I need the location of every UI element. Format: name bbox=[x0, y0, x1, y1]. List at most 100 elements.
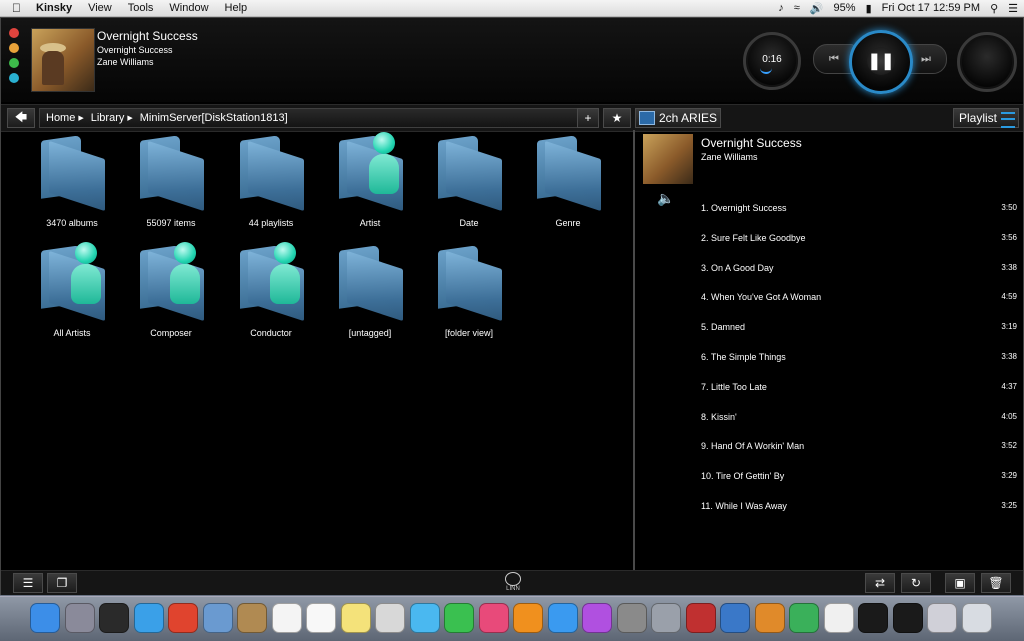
preview-icon[interactable] bbox=[202, 603, 233, 633]
mission-control-icon[interactable] bbox=[99, 603, 129, 633]
system-prefs-icon[interactable] bbox=[616, 603, 647, 633]
playlist-album-art bbox=[643, 134, 693, 184]
ibooks-icon[interactable] bbox=[513, 603, 543, 633]
wifi-icon[interactable]: ≈ bbox=[794, 2, 800, 14]
track-duration: 3:56 bbox=[1001, 232, 1017, 242]
shuffle-button[interactable]: ⇄ bbox=[865, 573, 895, 593]
list-view-button[interactable]: ☰ bbox=[13, 573, 43, 593]
folder-item[interactable]: Conductor bbox=[226, 242, 316, 346]
playlist-track[interactable]: 11. While I Was Away 3:25 bbox=[701, 501, 1019, 515]
photos-icon[interactable] bbox=[375, 603, 405, 633]
track-duration: 3:25 bbox=[1001, 501, 1017, 510]
pin-icon: ★ bbox=[611, 111, 623, 125]
folder-item[interactable]: 55097 items bbox=[126, 132, 216, 236]
track-duration: 3:50 bbox=[1001, 203, 1017, 212]
folder-item[interactable]: Composer bbox=[126, 242, 216, 346]
folder-item[interactable]: 44 playlists bbox=[226, 132, 316, 236]
back-arrow-icon: 🡄 bbox=[14, 109, 28, 124]
thumbnail-view-button[interactable]: ❐ bbox=[47, 573, 77, 593]
messages-icon[interactable] bbox=[409, 603, 440, 633]
menu-app-name[interactable]: Kinsky bbox=[36, 2, 72, 14]
menu-window[interactable]: Window bbox=[169, 2, 208, 14]
clock[interactable]: Fri Oct 17 12:59 PM bbox=[882, 2, 980, 14]
breadcrumb-home[interactable]: Home bbox=[46, 112, 75, 124]
folder-item[interactable]: [untagged] bbox=[325, 242, 415, 346]
room-selector[interactable]: 2ch ARIES bbox=[635, 108, 721, 128]
photo-booth-icon[interactable] bbox=[685, 603, 716, 633]
folder-label: All Artists bbox=[53, 328, 91, 338]
pane-divider[interactable] bbox=[633, 130, 635, 570]
launchpad-icon[interactable] bbox=[64, 603, 95, 633]
play-pause-button[interactable]: ❚❚ bbox=[849, 30, 913, 94]
app-store-icon[interactable] bbox=[547, 603, 578, 633]
volume-icon[interactable]: 🔊 bbox=[810, 2, 824, 15]
menu-tools[interactable]: Tools bbox=[128, 2, 154, 14]
close-icon[interactable] bbox=[9, 28, 19, 38]
battery-icon[interactable]: ▮ bbox=[866, 2, 872, 15]
folder-item[interactable]: [folder view] bbox=[424, 242, 514, 346]
playlist-track[interactable]: 3. On A Good Day 3:38 bbox=[701, 263, 1019, 277]
finder-icon[interactable] bbox=[30, 603, 60, 633]
pages-icon[interactable] bbox=[754, 603, 785, 633]
playlist-track[interactable]: 5. Damned 3:19 bbox=[701, 322, 1019, 336]
notification-center-icon[interactable]: ☰ bbox=[1008, 2, 1018, 15]
help-icon[interactable] bbox=[651, 603, 681, 633]
repeat-button[interactable]: ↻ bbox=[901, 573, 931, 593]
contacts-icon[interactable] bbox=[237, 603, 267, 633]
terminal-icon[interactable] bbox=[892, 603, 923, 633]
folder-item[interactable]: Date bbox=[424, 132, 514, 236]
playlist-track[interactable]: 9. Hand Of A Workin' Man 3:52 bbox=[701, 441, 1019, 455]
notes-icon[interactable] bbox=[340, 603, 371, 633]
spotlight-icon[interactable]: ⚲ bbox=[990, 2, 998, 15]
safari-icon[interactable] bbox=[133, 603, 164, 633]
save-icon: ▣ bbox=[954, 576, 966, 590]
playlist-track[interactable]: 6. The Simple Things 3:38 bbox=[701, 352, 1019, 366]
playlist-track[interactable]: 7. Little Too Late 4:37 bbox=[701, 382, 1019, 396]
now-playing-title: Overnight Success bbox=[97, 29, 198, 43]
save-playlist-button[interactable]: ▣ bbox=[945, 573, 975, 593]
playlist-track[interactable]: 1. Overnight Success 3:50 bbox=[701, 203, 1019, 217]
minimize-icon[interactable] bbox=[9, 43, 19, 53]
playlist-track[interactable]: 4. When You've Got A Woman 4:59 bbox=[701, 292, 1019, 306]
breadcrumb-server[interactable]: MinimServer[DiskStation1813] bbox=[140, 112, 288, 124]
music-note-icon[interactable]: ♪ bbox=[778, 2, 784, 14]
playlist-track[interactable]: 2. Sure Felt Like Goodbye 3:56 bbox=[701, 233, 1019, 247]
folder-item[interactable]: Genre bbox=[523, 132, 613, 236]
podcasts-icon[interactable] bbox=[582, 603, 612, 633]
apple-menu-icon[interactable]:  bbox=[12, 1, 26, 15]
track-name: 8. Kissin' bbox=[701, 411, 737, 422]
itunes-icon[interactable] bbox=[478, 603, 509, 633]
music-score-icon[interactable] bbox=[823, 603, 854, 633]
track-name: 2. Sure Felt Like Goodbye bbox=[701, 232, 806, 243]
playlist-track[interactable]: 8. Kissin' 4:05 bbox=[701, 412, 1019, 426]
battery-percent[interactable]: 95% bbox=[834, 2, 856, 14]
delete-playlist-button[interactable]: 🗑 bbox=[981, 573, 1011, 593]
folder-item[interactable]: All Artists bbox=[27, 242, 117, 346]
back-button[interactable]: 🡄 bbox=[7, 108, 35, 128]
volume-knob[interactable] bbox=[957, 32, 1017, 92]
numbers-icon[interactable] bbox=[789, 603, 819, 633]
breadcrumb-library[interactable]: Library bbox=[91, 112, 125, 124]
bookmarks-button[interactable]: ★ bbox=[603, 108, 631, 128]
keynote-icon[interactable] bbox=[720, 603, 750, 633]
trash-icon: 🗑 bbox=[988, 576, 1004, 590]
playlist-button[interactable]: Playlist bbox=[953, 108, 1019, 128]
facetime-icon[interactable] bbox=[444, 603, 474, 633]
menu-help[interactable]: Help bbox=[225, 2, 248, 14]
playlist-track[interactable]: 10. Tire Of Gettin' By 3:29 bbox=[701, 471, 1019, 485]
trash-icon[interactable] bbox=[961, 603, 992, 633]
downloads-icon[interactable] bbox=[927, 603, 957, 633]
elapsed-time-ring[interactable]: 0:16 bbox=[743, 32, 801, 90]
menu-view[interactable]: View bbox=[88, 2, 112, 14]
chrome-icon[interactable] bbox=[168, 603, 198, 633]
kinsky-icon[interactable] bbox=[858, 603, 888, 633]
reminders-icon[interactable] bbox=[306, 603, 336, 633]
add-bookmark-button[interactable]: + bbox=[577, 108, 599, 128]
calendar-icon[interactable] bbox=[271, 603, 302, 633]
zoom-icon[interactable] bbox=[9, 58, 19, 68]
folder-item[interactable]: 3470 albums bbox=[27, 132, 117, 236]
bottom-toolbar: ☰ ❐ LINN ⇄ ↻ ▣ 🗑 bbox=[1, 570, 1023, 595]
folder-item[interactable]: Artist bbox=[325, 132, 415, 236]
linn-logo: LINN bbox=[501, 571, 525, 595]
extra-window-icon[interactable] bbox=[9, 73, 19, 83]
